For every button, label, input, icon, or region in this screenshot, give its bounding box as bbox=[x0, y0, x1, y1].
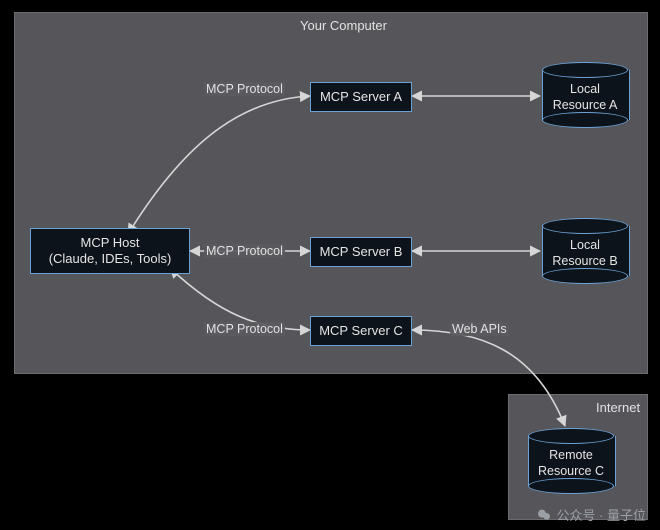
panel-your-computer-label: Your Computer bbox=[300, 18, 387, 33]
edge-label-web-apis: Web APIs bbox=[450, 322, 509, 336]
cylinder-remote-resource-c-label: Remote Resource C bbox=[528, 448, 614, 479]
cylinder-local-resource-b-label: Local Resource B bbox=[542, 238, 628, 269]
watermark-text: 公众号 · 量子位 bbox=[556, 505, 646, 524]
edge-label-protocol-c: MCP Protocol bbox=[204, 322, 285, 336]
panel-internet-label: Internet bbox=[596, 400, 640, 415]
edge-label-protocol-a: MCP Protocol bbox=[204, 82, 285, 96]
edge-label-protocol-b: MCP Protocol bbox=[204, 244, 285, 258]
cylinder-local-resource-a-label: Local Resource A bbox=[542, 82, 628, 113]
cylinder-local-resource-b: Local Resource B bbox=[542, 218, 628, 284]
wechat-icon bbox=[536, 507, 552, 523]
node-mcp-host: MCP Host (Claude, IDEs, Tools) bbox=[30, 228, 190, 274]
cylinder-remote-resource-c: Remote Resource C bbox=[528, 428, 614, 494]
cylinder-local-resource-a: Local Resource A bbox=[542, 62, 628, 128]
node-mcp-server-b: MCP Server B bbox=[310, 237, 412, 267]
node-mcp-server-c: MCP Server C bbox=[310, 316, 412, 346]
diagram-canvas: Your Computer Internet MCP Host (Claude,… bbox=[0, 0, 660, 530]
watermark: 公众号 · 量子位 bbox=[536, 505, 646, 524]
node-mcp-server-a: MCP Server A bbox=[310, 82, 412, 112]
